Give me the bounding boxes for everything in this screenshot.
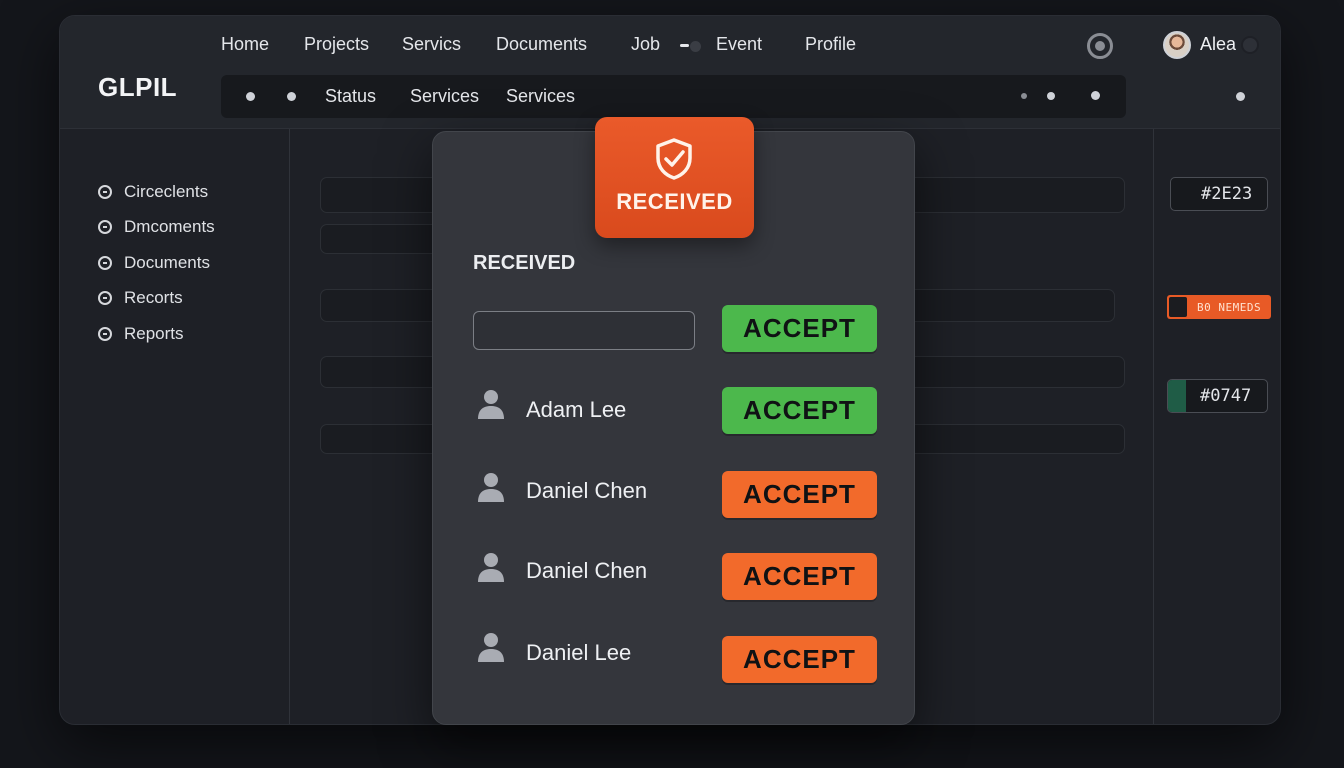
user-icon xyxy=(478,633,504,662)
app-logo: GLPIL xyxy=(98,72,178,102)
top-bar: GLPIL Home Projects Servics Documents Jo… xyxy=(60,16,1280,129)
circle-minus-icon xyxy=(98,220,112,234)
sub-dot-icon xyxy=(1021,93,1027,99)
color-chip[interactable]: #0747 xyxy=(1167,379,1268,413)
nav-profile[interactable]: Profile xyxy=(805,34,856,55)
sidebar-item-circeclents[interactable]: Circeclents xyxy=(98,181,208,203)
user-name[interactable]: Alea xyxy=(1200,34,1236,55)
circle-minus-icon xyxy=(98,185,112,199)
subnav-status[interactable]: Status xyxy=(325,86,376,107)
sidebar-item-label: Dmcoments xyxy=(124,217,215,236)
sub-dot-icon xyxy=(287,92,296,101)
status-chip[interactable]: B0 NEMEDS xyxy=(1167,295,1271,319)
sidebar-item-label: Recorts xyxy=(124,288,183,307)
sidebar: Circeclents Dmcoments Documents Recorts … xyxy=(60,129,290,724)
status-chip-label: B0 NEMEDS xyxy=(1197,300,1262,314)
more-dot-icon[interactable] xyxy=(1236,92,1245,101)
user-menu-toggle-icon[interactable] xyxy=(1241,36,1259,54)
color-chip-label: #2E23 xyxy=(1201,184,1253,204)
color-chip-label: #0747 xyxy=(1200,386,1252,406)
user-icon xyxy=(478,553,504,582)
sub-dot-icon xyxy=(246,92,255,101)
nav-projects[interactable]: Projects xyxy=(304,34,369,55)
dialog-input[interactable] xyxy=(473,311,695,350)
user-name: Daniel Lee xyxy=(526,640,632,665)
color-chip[interactable]: #2E23 xyxy=(1170,177,1268,211)
sidebar-item-label: Reports xyxy=(124,324,184,343)
nav-home[interactable]: Home xyxy=(221,34,269,55)
right-panel: #2E23 B0 NEMEDS #0747 xyxy=(1153,129,1280,724)
record-icon[interactable] xyxy=(1087,33,1113,59)
circle-minus-icon xyxy=(98,291,112,305)
nav-job[interactable]: Job xyxy=(631,34,660,55)
accept-button[interactable]: ACCEPT xyxy=(722,636,877,683)
user-name: Daniel Chen xyxy=(526,478,648,503)
subnav-services[interactable]: Services xyxy=(410,86,479,107)
sidebar-item-recorts[interactable]: Recorts xyxy=(98,287,183,309)
user-icon xyxy=(478,473,504,502)
circle-minus-icon xyxy=(98,327,112,341)
sidebar-item-dmcoments[interactable]: Dmcoments xyxy=(98,216,215,238)
sidebar-item-label: Documents xyxy=(124,253,210,272)
sub-nav-bar: Status Services Services xyxy=(221,75,1126,118)
accept-button[interactable]: ACCEPT xyxy=(722,553,877,600)
accept-button[interactable]: ACCEPT xyxy=(722,471,877,518)
sub-dot-icon xyxy=(1047,92,1055,100)
avatar[interactable] xyxy=(1163,31,1191,59)
sidebar-item-reports[interactable]: Reports xyxy=(98,323,184,345)
user-name: Daniel Chen xyxy=(526,558,648,583)
received-badge: RECEIVED xyxy=(595,117,754,238)
accept-button[interactable]: ACCEPT xyxy=(722,387,877,434)
nav-event[interactable]: Event xyxy=(716,34,762,55)
user-icon xyxy=(478,390,504,419)
nav-documents[interactable]: Documents xyxy=(496,34,587,55)
accept-button[interactable]: ACCEPT xyxy=(722,305,877,352)
sub-dot-icon xyxy=(1091,91,1100,100)
sidebar-item-label: Circeclents xyxy=(124,182,209,201)
subnav-services-2[interactable]: Services xyxy=(506,86,575,107)
sidebar-item-documents[interactable]: Documents xyxy=(98,252,210,274)
shield-check-icon xyxy=(656,138,692,180)
dialog-title: RECEIVED xyxy=(473,252,576,274)
user-name: Adam Lee xyxy=(526,397,627,422)
badge-label: RECEIVED xyxy=(616,189,733,214)
nav-toggle-icon[interactable] xyxy=(680,40,702,52)
nav-services[interactable]: Servics xyxy=(402,34,461,55)
circle-minus-icon xyxy=(98,256,112,270)
